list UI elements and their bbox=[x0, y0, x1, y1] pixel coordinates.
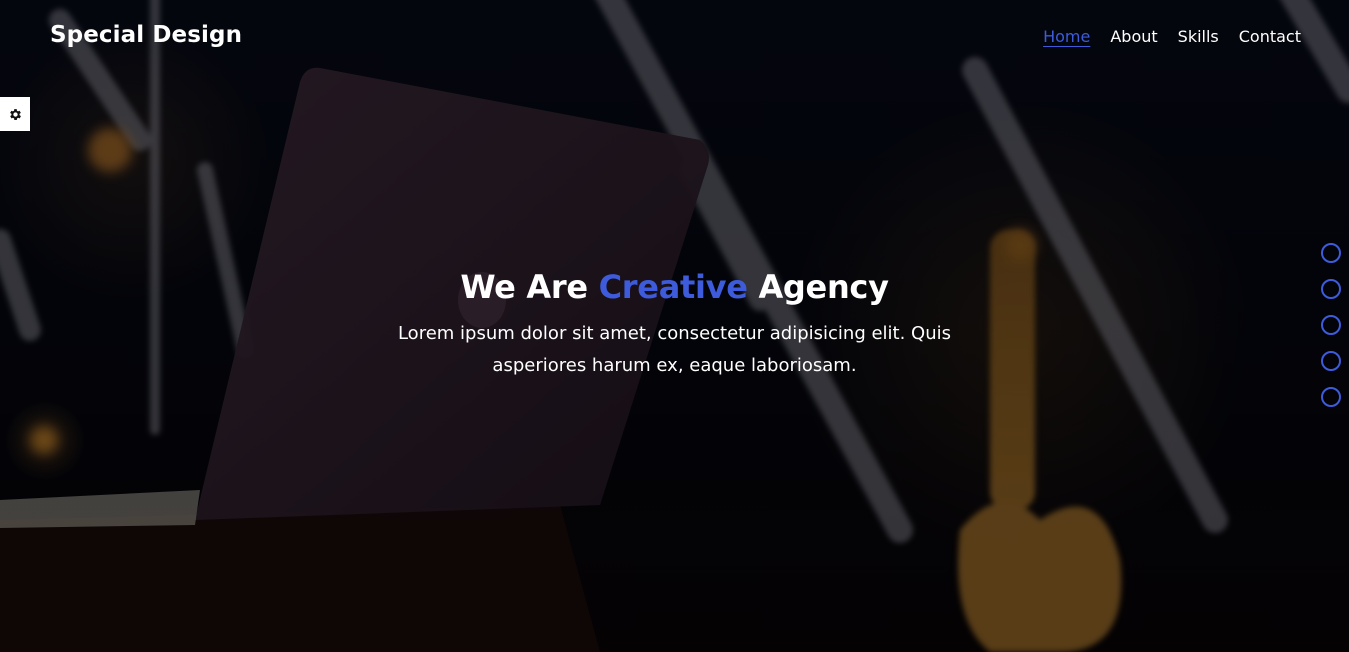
header: Special Design Home About Skills Contact bbox=[0, 0, 1349, 76]
hero-title-after: Agency bbox=[747, 268, 889, 306]
landing-page: Special Design Home About Skills Contact… bbox=[0, 0, 1349, 652]
settings-toggle-button[interactable] bbox=[0, 97, 30, 131]
logo[interactable]: Special Design bbox=[50, 22, 242, 48]
main-nav: Home About Skills Contact bbox=[1023, 27, 1301, 46]
nav-link-contact[interactable]: Contact bbox=[1239, 27, 1301, 46]
bullet-5[interactable] bbox=[1321, 387, 1341, 407]
hero-description: Lorem ipsum dolor sit amet, consectetur … bbox=[397, 323, 952, 376]
hero-title-before: We Are bbox=[460, 268, 599, 306]
nav-link-home[interactable]: Home bbox=[1043, 27, 1090, 46]
hero-title: We Are Creative Agency bbox=[0, 266, 1349, 308]
hero-title-accent: Creative bbox=[598, 268, 748, 306]
nav-link-about[interactable]: About bbox=[1110, 27, 1157, 46]
gear-icon bbox=[9, 108, 21, 120]
bullet-1[interactable] bbox=[1321, 243, 1341, 263]
intro-text: We Are Creative Agency Lorem ipsum dolor… bbox=[0, 266, 1349, 382]
nav-link-skills[interactable]: Skills bbox=[1178, 27, 1219, 46]
